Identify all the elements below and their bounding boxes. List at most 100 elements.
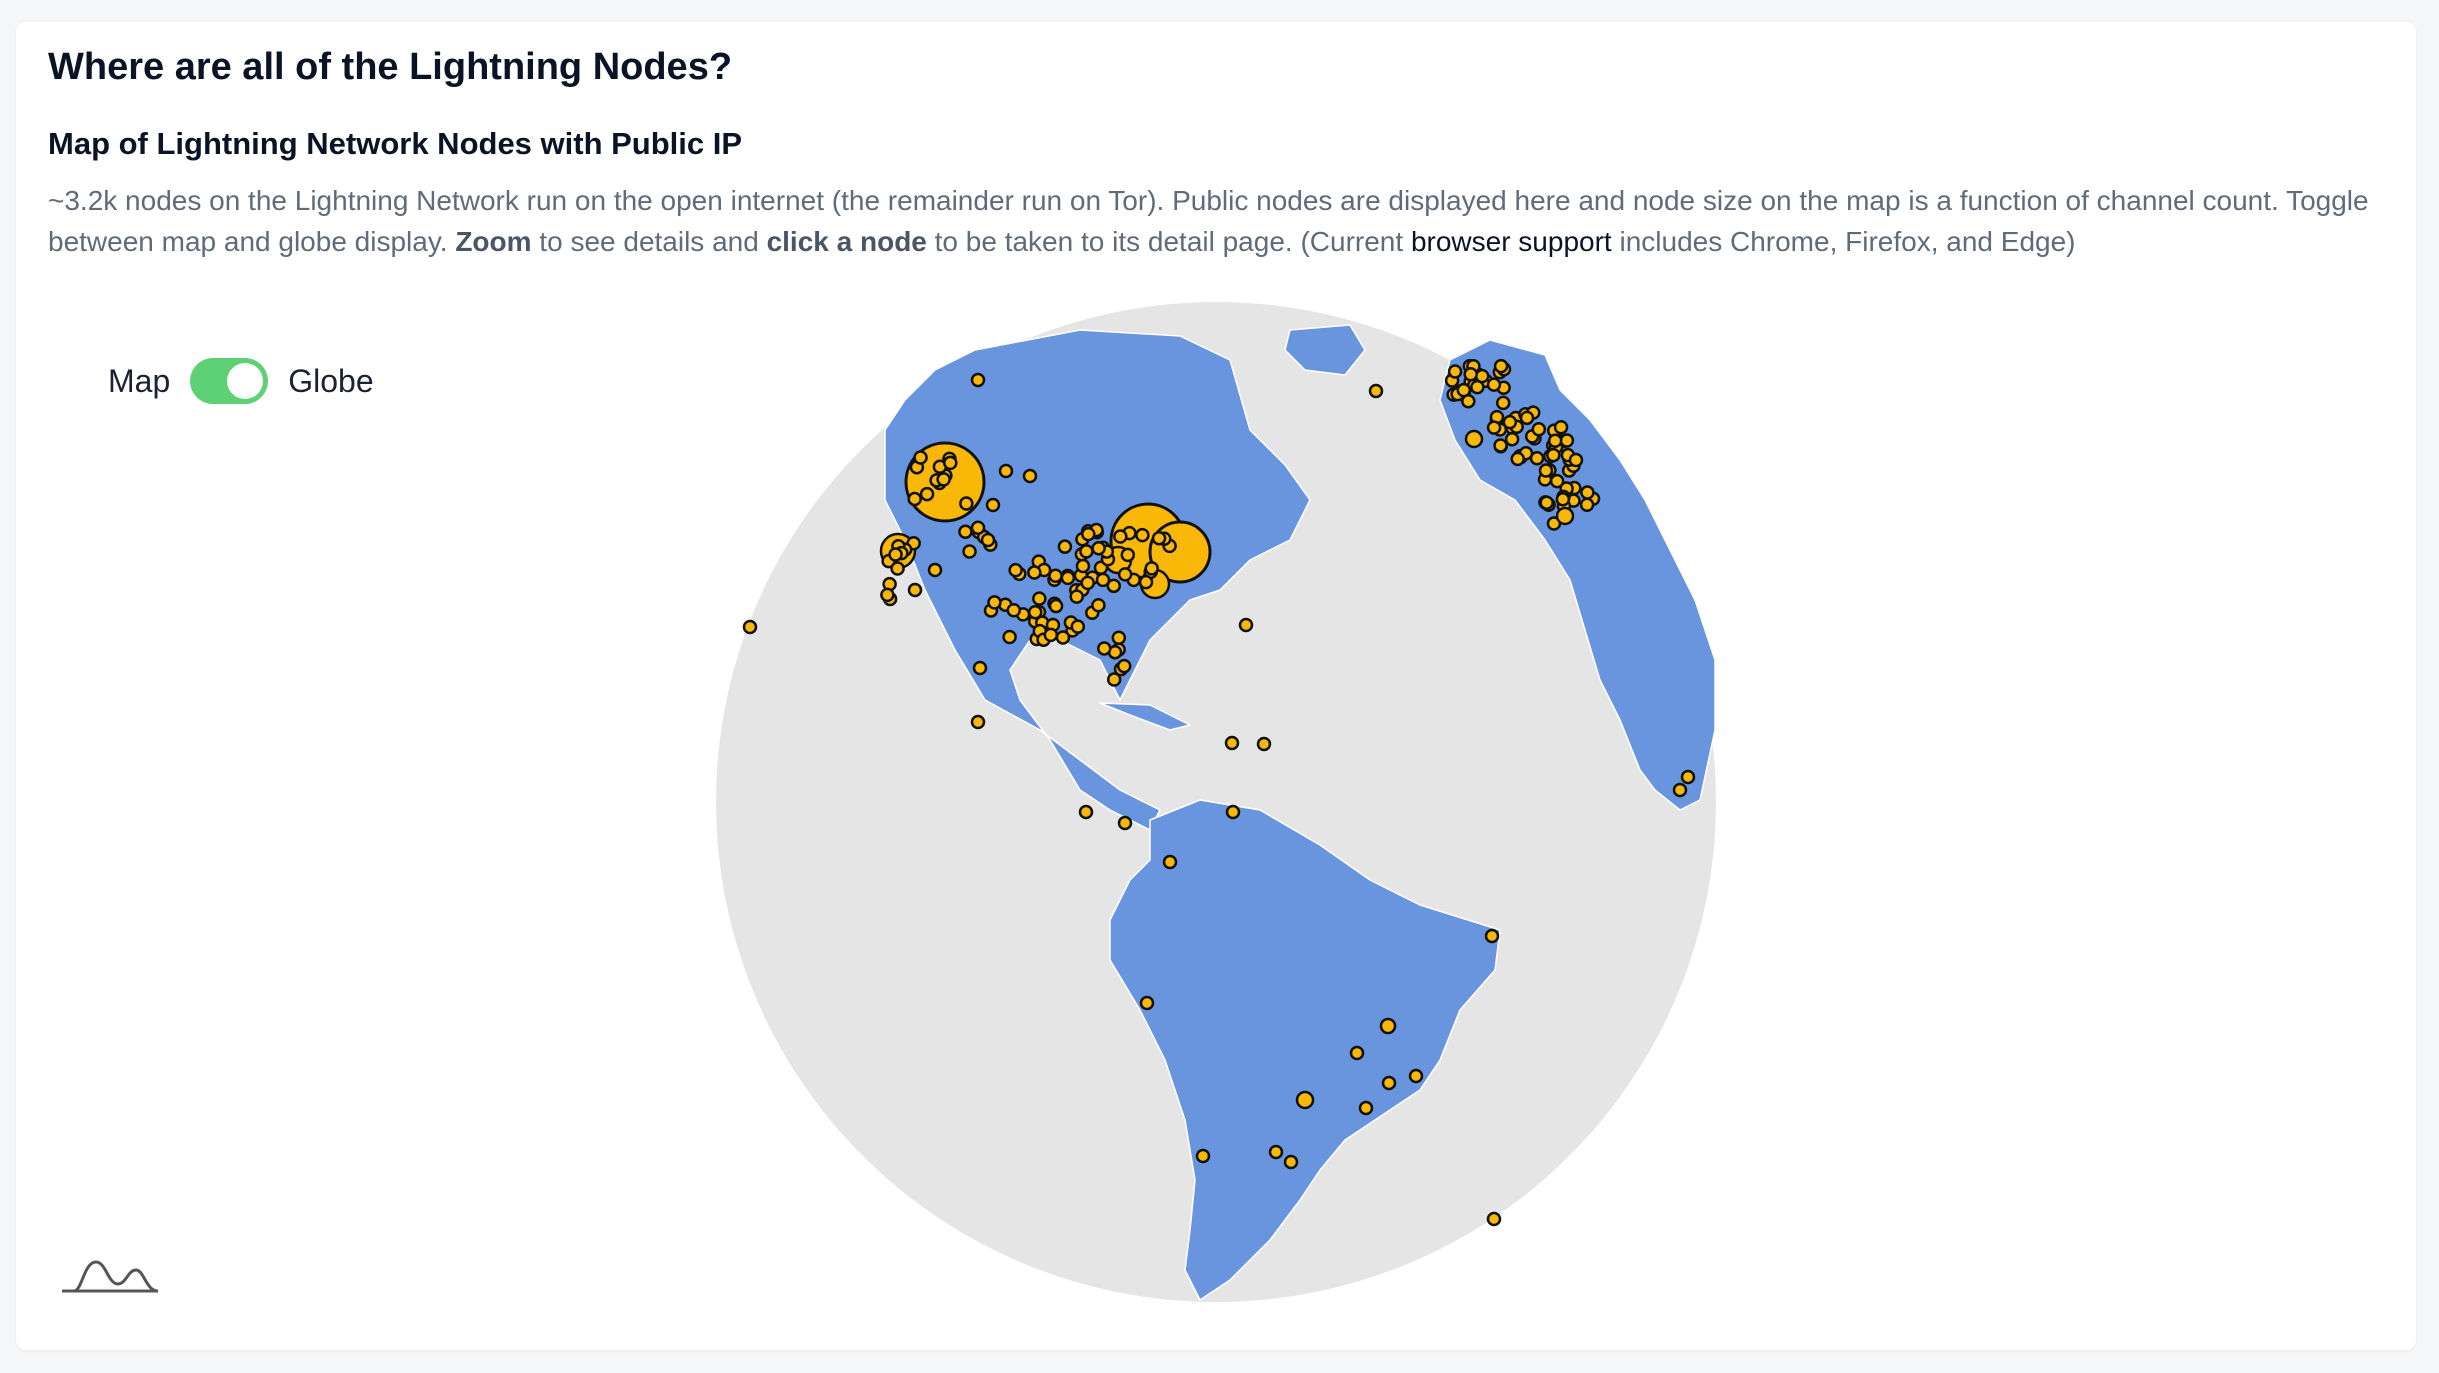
lightning-node[interactable]: [1349, 1045, 1365, 1061]
lightning-node[interactable]: [1060, 570, 1076, 586]
lightning-node[interactable]: [1138, 574, 1154, 590]
lightning-node[interactable]: [1032, 591, 1047, 606]
lightning-node[interactable]: [1547, 433, 1563, 448]
lightning-node[interactable]: [1144, 561, 1159, 576]
lightning-node[interactable]: [1048, 598, 1064, 614]
lightning-node[interactable]: [1539, 495, 1554, 510]
lightning-node[interactable]: [1464, 429, 1484, 449]
lightning-node[interactable]: [1106, 672, 1122, 687]
lightning-node[interactable]: [1135, 527, 1150, 543]
lightning-node[interactable]: [1553, 419, 1569, 435]
lightning-node[interactable]: [1120, 547, 1136, 563]
lightning-node[interactable]: [907, 582, 923, 598]
lightning-node[interactable]: [1283, 1154, 1299, 1170]
lightning-node[interactable]: [1111, 630, 1127, 645]
lightning-node[interactable]: [913, 450, 928, 465]
lightning-node[interactable]: [1162, 854, 1178, 870]
lightning-node[interactable]: [1580, 485, 1595, 500]
lightning-node[interactable]: [1268, 1144, 1284, 1160]
lightning-node[interactable]: [1474, 368, 1490, 384]
lightning-node[interactable]: [1295, 1090, 1315, 1110]
lightning-node[interactable]: [888, 547, 903, 562]
lightning-node[interactable]: [1463, 367, 1478, 382]
lightning-node[interactable]: [1381, 1075, 1397, 1091]
lightning-node[interactable]: [1379, 1017, 1397, 1035]
lightning-node[interactable]: [1538, 463, 1554, 478]
lightning-node[interactable]: [958, 524, 973, 539]
lightning-node[interactable]: [970, 714, 986, 730]
lightning-node[interactable]: [1078, 804, 1094, 820]
lightning-node[interactable]: [1510, 451, 1525, 467]
lightning-node[interactable]: [907, 491, 922, 507]
lightning-node[interactable]: [1504, 432, 1520, 447]
lightning-node[interactable]: [1495, 395, 1511, 411]
lightning-node[interactable]: [880, 587, 895, 603]
lightning-node[interactable]: [1447, 364, 1463, 379]
lightning-node[interactable]: [1151, 530, 1167, 546]
lightning-node[interactable]: [1091, 597, 1106, 613]
lightning-node[interactable]: [1555, 506, 1575, 526]
lightning-node[interactable]: [980, 532, 996, 548]
lightning-node[interactable]: [1486, 1211, 1502, 1227]
lightning-node[interactable]: [998, 463, 1014, 479]
lightning-node[interactable]: [1116, 658, 1132, 674]
lightning-node[interactable]: [1043, 627, 1059, 643]
lightning-node[interactable]: [1113, 529, 1128, 544]
lightning-node[interactable]: [1055, 630, 1071, 645]
lightning-node[interactable]: [1238, 617, 1254, 633]
lightning-node[interactable]: [1555, 492, 1571, 507]
lightning-node[interactable]: [1027, 565, 1042, 580]
lightning-node[interactable]: [1486, 377, 1502, 392]
lightning-node[interactable]: [1256, 736, 1272, 752]
lightning-node[interactable]: [1070, 619, 1086, 634]
lightning-node[interactable]: [1486, 420, 1502, 435]
lightning-node[interactable]: [1048, 568, 1063, 584]
lightning-node[interactable]: [1408, 1068, 1424, 1084]
lightning-node[interactable]: [1224, 735, 1240, 751]
lightning-node[interactable]: [1225, 804, 1241, 820]
lightning-node[interactable]: [1358, 1100, 1374, 1116]
lightning-node[interactable]: [927, 562, 943, 578]
lightning-node[interactable]: [1680, 769, 1696, 785]
lightning-node[interactable]: [1484, 928, 1500, 944]
lightning-node[interactable]: [742, 619, 758, 635]
lightning-node[interactable]: [1579, 497, 1595, 512]
lightning-node[interactable]: [1195, 1148, 1211, 1164]
lightning-node[interactable]: [1139, 995, 1155, 1011]
lightning-node[interactable]: [1096, 641, 1112, 656]
lightning-node[interactable]: [972, 660, 988, 676]
lightning-node[interactable]: [1493, 438, 1508, 453]
lightning-node[interactable]: [1368, 383, 1384, 399]
lightning-node[interactable]: [943, 455, 958, 471]
lightning-node[interactable]: [890, 561, 905, 576]
lightning-node[interactable]: [1091, 540, 1106, 556]
lightning-node[interactable]: [1008, 562, 1023, 578]
lightning-node[interactable]: [987, 595, 1002, 610]
lightning-node[interactable]: [985, 497, 1001, 513]
lightning-node[interactable]: [936, 472, 951, 487]
lightning-node[interactable]: [970, 372, 986, 388]
lightning-node[interactable]: [1106, 578, 1122, 594]
lightning-node[interactable]: [1022, 468, 1038, 484]
lightning-node[interactable]: [1079, 544, 1094, 559]
lightning-node[interactable]: [1002, 629, 1017, 645]
lightning-node[interactable]: [1006, 602, 1022, 618]
lightning-node[interactable]: [1117, 815, 1133, 831]
lightning-node[interactable]: [919, 486, 935, 502]
lightning-node[interactable]: [1027, 605, 1043, 620]
lightning-node[interactable]: [1493, 358, 1509, 374]
lightning-node[interactable]: [1531, 421, 1547, 437]
lightning-node[interactable]: [1117, 567, 1133, 582]
lightning-node[interactable]: [1672, 782, 1688, 798]
lightning-node[interactable]: [1456, 382, 1472, 398]
lightning-node[interactable]: [959, 496, 974, 511]
lightning-node[interactable]: [1075, 558, 1091, 574]
lightning-node[interactable]: [1080, 575, 1095, 591]
lightning-node[interactable]: [962, 544, 977, 559]
lightning-node[interactable]: [1502, 414, 1518, 430]
lightning-node[interactable]: [1568, 452, 1584, 468]
lightning-node[interactable]: [1069, 589, 1084, 604]
lightning-node[interactable]: [970, 520, 986, 535]
lightning-node[interactable]: [1081, 526, 1096, 542]
globe-svg[interactable]: [0, 0, 2439, 1373]
